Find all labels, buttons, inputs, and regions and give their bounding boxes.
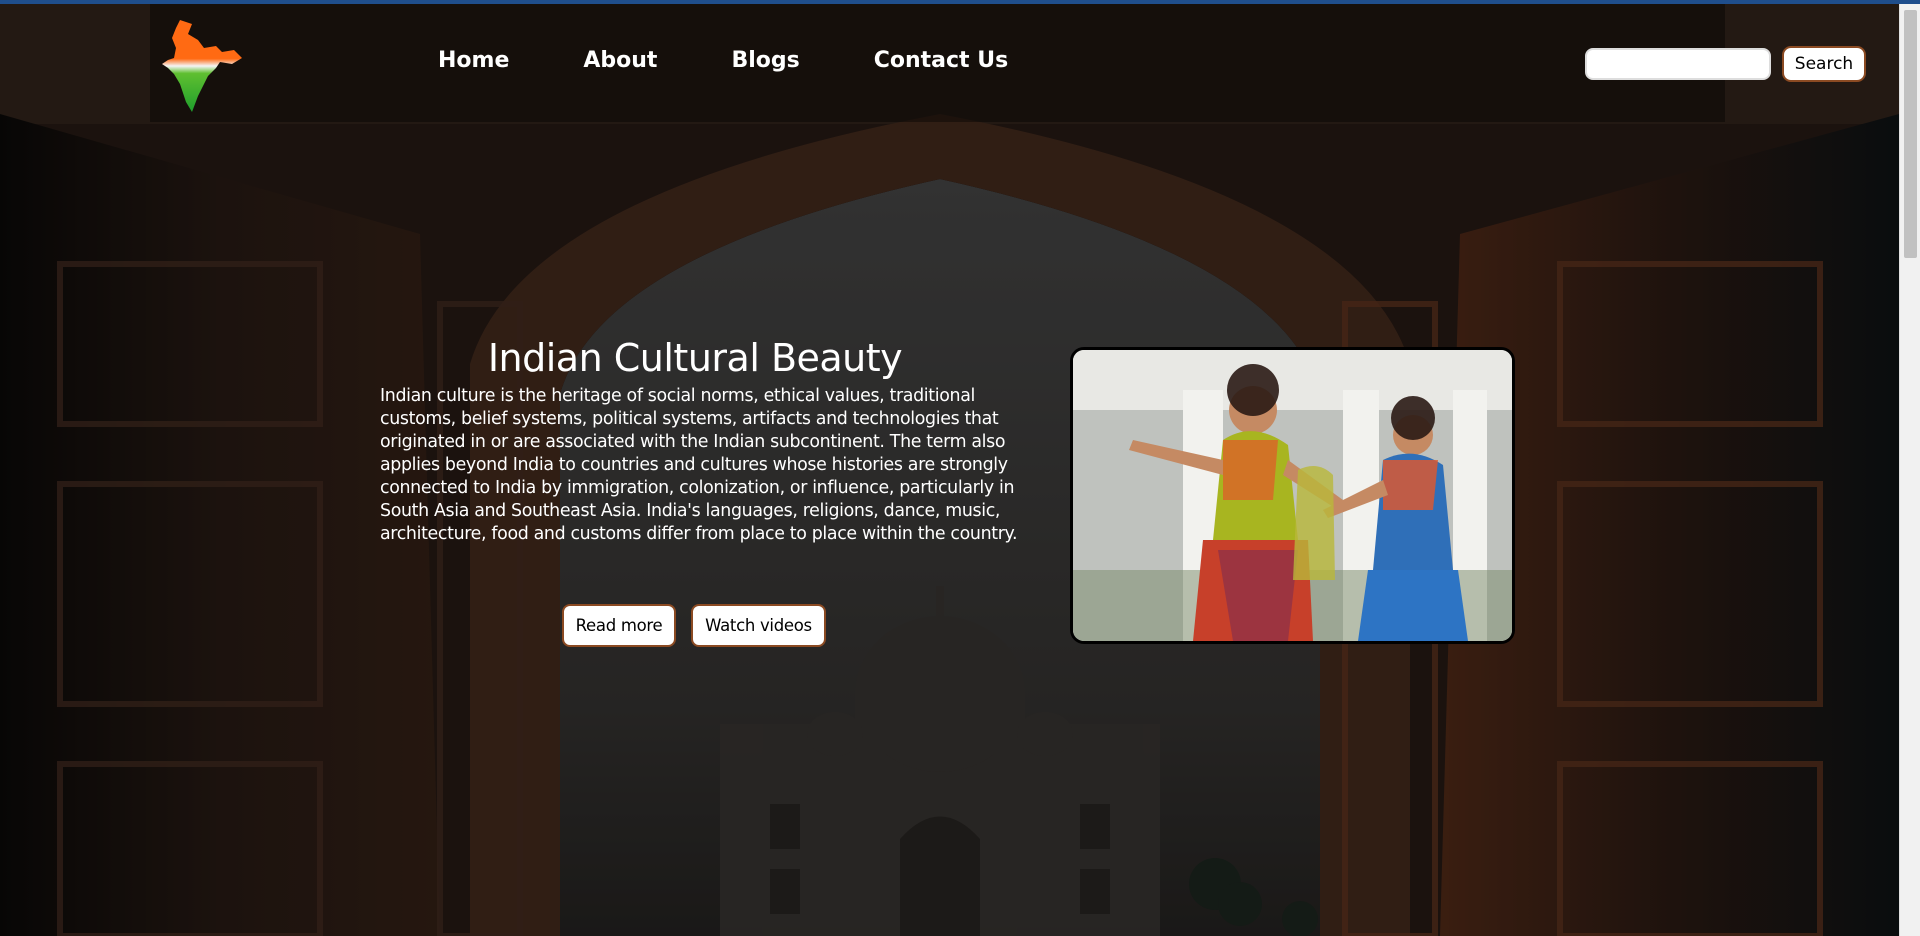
search-input[interactable]	[1585, 48, 1771, 80]
search-button[interactable]: Search	[1782, 46, 1866, 82]
page-scrollbar[interactable]	[1899, 4, 1920, 936]
dancers-photo	[1070, 347, 1515, 644]
hero-title: Indian Cultural Beauty	[487, 336, 903, 380]
india-map-logo-icon[interactable]	[158, 18, 244, 114]
nav-links: Home About Blogs Contact Us	[438, 48, 1082, 73]
read-more-button[interactable]: Read more	[562, 604, 676, 647]
nav-link-blogs[interactable]: Blogs	[731, 48, 799, 73]
scrollbar-thumb[interactable]	[1904, 10, 1917, 258]
hero-description: Indian culture is the heritage of social…	[380, 386, 1018, 544]
nav-link-about[interactable]: About	[583, 48, 657, 73]
nav-link-home[interactable]: Home	[438, 48, 509, 73]
navbar: Home About Blogs Contact Us Search	[0, 4, 1899, 122]
watch-videos-button[interactable]: Watch videos	[691, 604, 826, 647]
nav-link-contact-us[interactable]: Contact Us	[874, 48, 1008, 73]
